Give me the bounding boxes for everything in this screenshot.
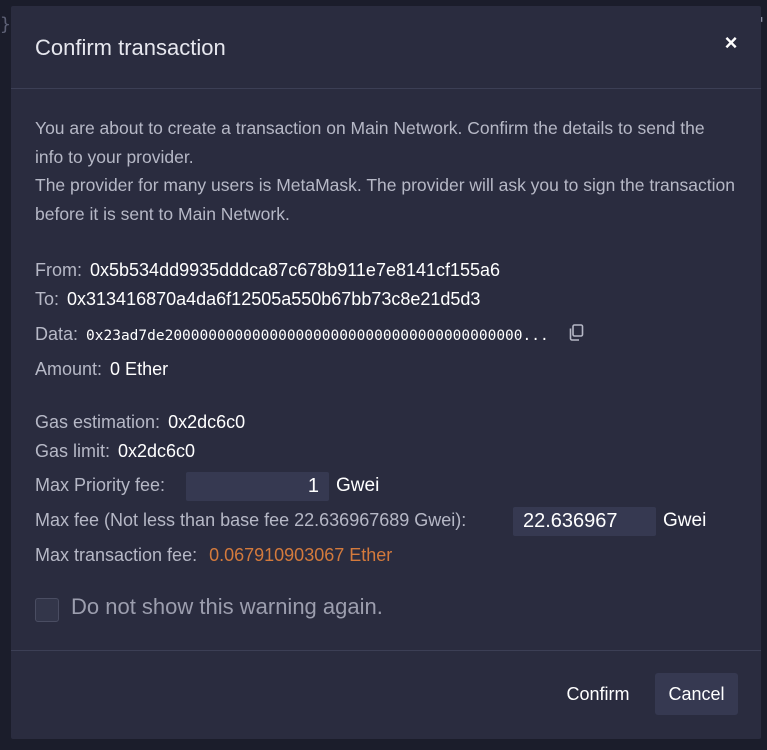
max-transaction-fee-row: Max transaction fee: 0.067910903067 Ether <box>35 545 392 566</box>
intro-paragraph-1: You are about to create a transaction on… <box>35 118 705 167</box>
gas-estimation-value: 0x2dc6c0 <box>168 412 246 432</box>
gas-limit-value: 0x2dc6c0 <box>118 441 196 461</box>
max-fee-label: Max fee (Not less than base fee 22.63696… <box>35 510 467 530</box>
from-address: 0x5b534dd9935dddca87c678b911e7e8141cf155… <box>90 260 501 280</box>
to-row: To: 0x313416870a4da6f12505a550b67bb73c8e2… <box>35 289 480 310</box>
amount-value: 0 Ether <box>110 359 169 379</box>
to-label: To: <box>35 289 60 309</box>
dialog-header: Confirm transaction × <box>11 6 761 89</box>
max-fee-unit: Gwei <box>663 510 707 531</box>
gas-limit-label: Gas limit: <box>35 441 111 461</box>
close-icon[interactable]: × <box>717 29 745 57</box>
from-label: From: <box>35 260 82 280</box>
dont-show-again-label[interactable]: Do not show this warning again. <box>71 594 383 620</box>
max-priority-fee-input[interactable] <box>186 472 329 501</box>
gas-estimation-row: Gas estimation: 0x2dc6c0 <box>35 412 245 433</box>
max-transaction-fee-value: 0.067910903067 Ether <box>209 545 393 565</box>
dialog-title: Confirm transaction <box>35 35 226 60</box>
data-label: Data: <box>35 324 79 344</box>
confirm-transaction-dialog: Confirm transaction × You are about to c… <box>11 6 761 739</box>
max-fee-input[interactable] <box>513 507 656 536</box>
dialog-footer: Confirm Cancel <box>11 650 761 739</box>
confirm-button[interactable]: Confirm <box>555 673 641 715</box>
dont-show-again-checkbox[interactable] <box>35 598 59 622</box>
gas-estimation-label: Gas estimation: <box>35 412 161 432</box>
amount-label: Amount: <box>35 359 103 379</box>
intro-paragraph-2: The provider for many users is MetaMask.… <box>35 175 735 224</box>
cancel-button[interactable]: Cancel <box>655 673 738 715</box>
background-code-glyph: } <box>0 14 11 35</box>
amount-row: Amount: 0 Ether <box>35 359 168 380</box>
max-priority-fee-label: Max Priority fee: <box>35 475 166 495</box>
intro-text: You are about to create a transaction on… <box>35 114 735 228</box>
data-row: Data: 0x23ad7de20000000000000000000000000… <box>35 324 584 346</box>
max-priority-fee-unit: Gwei <box>336 475 380 496</box>
to-address: 0x313416870a4da6f12505a550b67bb73c8e21d5… <box>67 289 481 309</box>
gas-limit-row: Gas limit: 0x2dc6c0 <box>35 441 195 462</box>
max-transaction-fee-label: Max transaction fee: <box>35 545 198 565</box>
data-value: 0x23ad7de2000000000000000000000000000000… <box>86 328 549 344</box>
from-row: From: 0x5b534dd9935dddca87c678b911e7e8141… <box>35 260 500 281</box>
copy-icon[interactable] <box>568 324 584 346</box>
